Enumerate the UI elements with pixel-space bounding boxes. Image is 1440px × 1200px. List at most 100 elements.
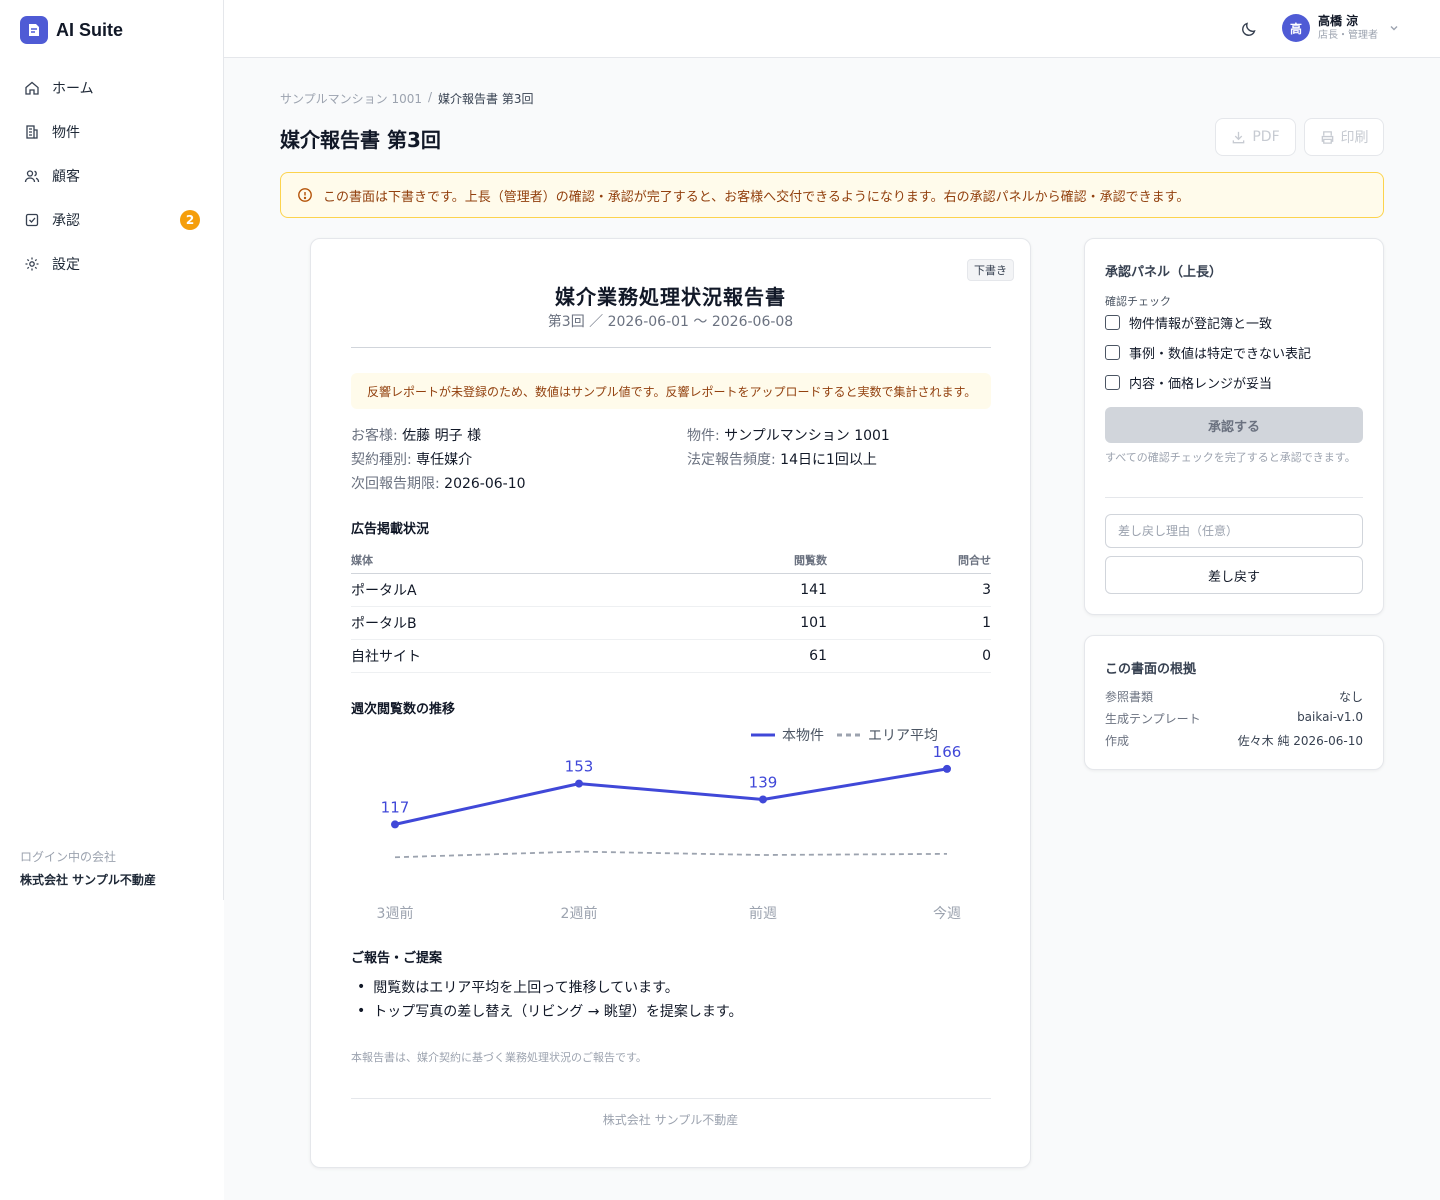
basis-key: 参照書類 (1105, 690, 1154, 704)
approve-button[interactable]: 承認する (1105, 407, 1363, 443)
proposals-heading: ご報告・ご提案 (351, 951, 443, 966)
table-row: ポータルB 101 1 (351, 606, 991, 640)
check-anonymized[interactable]: 事例・数値は特定できない表記 (1105, 343, 1311, 362)
checkbox[interactable] (1105, 375, 1120, 390)
check-price-range[interactable]: 内容・価格レンジが妥当 (1105, 373, 1272, 392)
logo-icon (20, 16, 48, 44)
pdf-download-button[interactable]: PDF (1215, 118, 1296, 156)
frequency-field: 法定報告頻度: 14日に1回以上 (687, 449, 877, 469)
draft-badge: 下書き (967, 259, 1014, 281)
x-tick-label: 3週前 (377, 905, 414, 922)
data-point (575, 779, 583, 788)
check-registry-match[interactable]: 物件情報が登記簿と一致 (1105, 313, 1272, 332)
column-header-views: 閲覧数 (707, 547, 827, 574)
user-menu[interactable]: 高 高橋 涼 店長・管理者 (1282, 14, 1400, 42)
media-cell: ポータルA (351, 573, 707, 607)
ads-table: 媒体 閲覧数 問合せ ポータルA 141 3 ポータルB 101 1 自社サイト (351, 547, 991, 673)
area-average-line (394, 850, 948, 859)
download-icon (1233, 131, 1245, 143)
print-button[interactable]: 印刷 (1304, 118, 1384, 156)
document-footnote: 本報告書は、媒介契約に基づく業務処理状況のご報告です。 (351, 1051, 647, 1064)
x-tick-label: 今週 (933, 906, 961, 922)
user-role: 店長・管理者 (1318, 29, 1378, 41)
company-label: ログイン中の会社 (20, 850, 117, 864)
column-header-inquiries: 問合せ (827, 547, 991, 574)
breadcrumb: サンプルマンション 1001 / 媒介報告書 第3回 (280, 90, 534, 107)
sample-data-notice: 反響レポートが未登録のため、数値はサンプル値です。反響レポートをアップロードする… (351, 373, 991, 409)
x-tick-label: 前週 (749, 905, 777, 922)
page-title: 媒介報告書 第3回 (280, 128, 441, 152)
table-row: 自社サイト 61 0 (351, 639, 991, 673)
data-point (391, 820, 399, 829)
approve-hint: すべての確認チェックを完了すると承認できます。 (1105, 451, 1356, 464)
ads-heading: 広告掲載状況 (351, 522, 430, 537)
breadcrumb-separator: / (428, 90, 433, 104)
return-button[interactable]: 差し戻す (1105, 556, 1363, 594)
breadcrumb-current: 媒介報告書 第3回 (438, 92, 534, 106)
x-tick-label: 2週前 (561, 905, 598, 922)
frequency-value: 14日に1回以上 (780, 452, 877, 468)
return-reason-input[interactable] (1105, 514, 1363, 548)
topbar: 高 高橋 涼 店長・管理者 (224, 0, 1440, 58)
basis-row-references: 参照書類 なし (1105, 688, 1363, 705)
check-label: 事例・数値は特定できない表記 (1129, 347, 1312, 362)
approval-panel-title: 承認パネル（上長） (1105, 265, 1223, 280)
sidebar-item-properties[interactable]: 物件 (12, 110, 212, 154)
sidebar-item-customers[interactable]: 顧客 (12, 154, 212, 198)
checkbox[interactable] (1105, 315, 1120, 330)
basis-key: 生成テンプレート (1105, 712, 1201, 726)
brand[interactable]: AI Suite (20, 16, 123, 44)
sidebar-item-home[interactable]: ホーム (12, 66, 212, 110)
divider (351, 347, 991, 348)
sidebar-item-approvals[interactable]: 承認 2 (12, 198, 212, 242)
views-cell: 141 (707, 573, 827, 607)
basis-panel-title: この書面の根拠 (1105, 662, 1197, 677)
property-key: 物件: (687, 428, 725, 444)
customer-key: お客様: (351, 428, 403, 444)
list-item: トップ写真の差し替え（リビング → 眺望）を提案します。 (351, 999, 991, 1023)
gear-icon (25, 257, 39, 271)
report-document: 下書き 媒介業務処理状況報告書 第3回 ／ 2026-06-01 〜 2026-… (310, 238, 1031, 1168)
checkbox[interactable] (1105, 345, 1120, 360)
document-basis-panel: この書面の根拠 参照書類 なし 生成テンプレート baikai-v1.0 作成 … (1084, 635, 1384, 770)
basis-row-template: 生成テンプレート baikai-v1.0 (1105, 710, 1363, 727)
column-header-media: 媒体 (351, 547, 707, 574)
customer-value: 佐藤 明子 様 (402, 428, 482, 444)
basis-value: baikai-v1.0 (1297, 710, 1363, 724)
sidebar-item-label: 設定 (52, 257, 80, 273)
contract-field: 契約種別: 専任媒介 (351, 449, 472, 469)
list-item: 閲覧数はエリア平均を上回って推移しています。 (351, 975, 991, 999)
app-name: AI Suite (56, 19, 124, 40)
contract-value: 専任媒介 (416, 452, 473, 468)
proposals-list: 閲覧数はエリア平均を上回って推移しています。 トップ写真の差し替え（リビング →… (351, 975, 991, 1023)
deadline-value: 2026-06-10 (444, 476, 526, 492)
dark-mode-toggle-icon[interactable] (1240, 20, 1258, 38)
basis-row-author: 作成 佐々木 純 2026-06-10 (1105, 732, 1363, 749)
data-label: 117 (381, 798, 410, 816)
chart-heading: 週次閲覧数の推移 (351, 702, 456, 717)
views-cell: 101 (707, 606, 827, 640)
sidebar-item-settings[interactable]: 設定 (12, 242, 212, 286)
customer-field: お客様: 佐藤 明子 様 (351, 425, 481, 445)
user-name: 高橋 涼 (1318, 13, 1359, 28)
avatar: 高 (1282, 14, 1310, 42)
media-cell: 自社サイト (351, 639, 707, 673)
pdf-label: PDF (1252, 129, 1280, 145)
home-icon (25, 81, 39, 95)
sidebar-item-label: ホーム (52, 81, 94, 97)
property-field: 物件: サンプルマンション 1001 (687, 425, 890, 445)
basis-key: 作成 (1105, 734, 1130, 748)
data-point (943, 764, 951, 773)
views-cell: 61 (707, 639, 827, 673)
document-title: 媒介業務処理状況報告書 (555, 285, 786, 309)
main-content: サンプルマンション 1001 / 媒介報告書 第3回 媒介報告書 第3回 PDF… (224, 58, 1440, 1200)
printer-icon (1321, 130, 1333, 144)
building-icon (26, 125, 38, 139)
check-label: 物件情報が登記簿と一致 (1129, 317, 1273, 332)
contract-key: 契約種別: (351, 452, 417, 468)
inquiries-cell: 1 (827, 606, 991, 640)
data-label: 153 (565, 758, 594, 776)
breadcrumb-link-property[interactable]: サンプルマンション 1001 (280, 90, 422, 107)
deadline-field: 次回報告期限: 2026-06-10 (351, 473, 526, 493)
document-period: 第3回 ／ 2026-06-01 〜 2026-06-08 (547, 314, 794, 330)
